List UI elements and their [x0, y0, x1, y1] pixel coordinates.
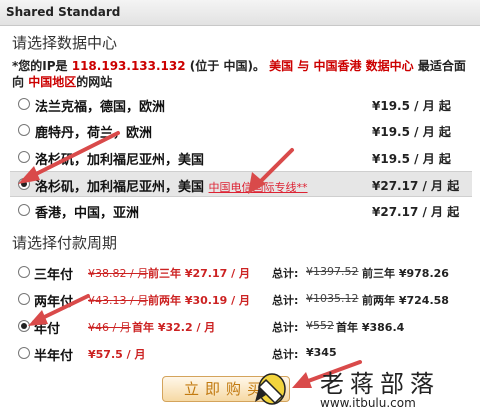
annotation-overlay	[18, 131, 362, 405]
watermark: 老蒋部落 www.itbulu.com	[320, 360, 480, 417]
watermark-url: www.itbulu.com	[320, 396, 416, 410]
watermark-title: 老蒋部落	[320, 370, 440, 398]
annotation-arrow	[248, 148, 294, 194]
annotation-arrow	[18, 131, 120, 184]
pencil-cursor-icon	[255, 373, 286, 405]
annotation-arrow	[28, 294, 90, 326]
